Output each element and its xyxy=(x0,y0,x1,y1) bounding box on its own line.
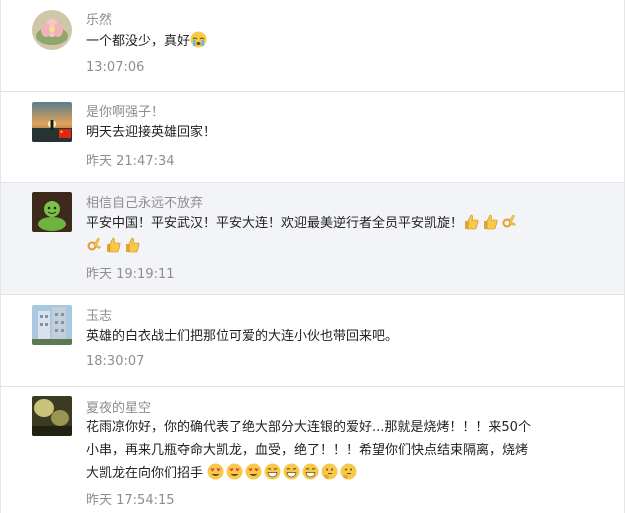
heart-eyes-emoji xyxy=(207,463,224,480)
comment-time: 昨天 19:19:11 xyxy=(86,267,175,282)
thinking-emoji xyxy=(340,463,357,480)
thumbs-up-emoji xyxy=(482,213,499,230)
comment-item: 乐然 一个都没少，真好 13:07:06 xyxy=(1,0,624,92)
comment-time: 昨天 21:47:34 xyxy=(86,154,175,169)
comment-text: 花雨凉你好，你的确代表了绝大部分大连银的爱好...那就是烧烤！！！来50个 小串… xyxy=(86,416,586,485)
grin-emoji xyxy=(302,463,319,480)
comment-text: 一个都没少，真好 xyxy=(86,30,576,53)
comment-item: 相信自己永远不放弃 平安中国！平安武汉！平安大连！欢迎最美逆行者全员平安凯旋！ … xyxy=(1,183,624,295)
ok-hand-emoji xyxy=(501,213,518,230)
avatar[interactable] xyxy=(32,305,72,345)
comment-time: 13:07:06 xyxy=(86,60,145,75)
comment-item: 是你啊强子！ 明天去迎接英雄回家！ 昨天 21:47:34 xyxy=(1,92,624,183)
comment-text: 平安中国！平安武汉！平安大连！欢迎最美逆行者全员平安凯旋！ xyxy=(86,212,576,258)
comment-text-content: 平安中国！平安武汉！平安大连！欢迎最美逆行者全员平安凯旋！ xyxy=(86,216,464,231)
comment-item: 夏夜的星空 花雨凉你好，你的确代表了绝大部分大连银的爱好...那就是烧烤！！！来… xyxy=(1,387,624,513)
ok-hand-emoji xyxy=(86,236,103,253)
comment-author[interactable]: 相信自己永远不放弃 xyxy=(86,192,203,211)
thumbs-up-emoji xyxy=(124,236,141,253)
comment-time: 昨天 17:54:15 xyxy=(86,493,175,508)
avatar[interactable] xyxy=(32,192,72,232)
heart-eyes-emoji xyxy=(226,463,243,480)
comment-feed: 乐然 一个都没少，真好 13:07:06 是你啊强子！ 明天去迎接英雄回家！ 昨… xyxy=(0,0,625,513)
thinking-emoji xyxy=(321,463,338,480)
comment-text-content: 大凯龙在向你们招手 xyxy=(86,466,204,481)
comment-text-content: 一个都没少，真好 xyxy=(86,34,191,49)
comment-time: 18:30:07 xyxy=(86,354,145,369)
comment-text: 英雄的白衣战士们把那位可爱的大连小伙也带回来吧。 xyxy=(86,325,576,348)
comment-text: 明天去迎接英雄回家！ xyxy=(86,121,576,144)
avatar[interactable] xyxy=(32,396,72,436)
avatar-night-sky-image xyxy=(32,396,72,436)
grin-emoji xyxy=(264,463,281,480)
avatar-green-figure-image xyxy=(32,192,72,232)
comment-text-content: 英雄的白衣战士们把那位可爱的大连小伙也带回来吧。 xyxy=(86,329,399,344)
comment-text-line: 花雨凉你好，你的确代表了绝大部分大连银的爱好...那就是烧烤！！！来50个 xyxy=(86,420,531,435)
comment-author[interactable]: 夏夜的星空 xyxy=(86,397,151,416)
comment-author[interactable]: 是你啊强子！ xyxy=(86,101,164,120)
heart-eyes-emoji xyxy=(245,463,262,480)
avatar-lotus-image xyxy=(32,10,72,50)
avatar[interactable] xyxy=(32,10,72,50)
comment-author[interactable]: 玉志 xyxy=(86,305,112,324)
avatar-building-image xyxy=(32,305,72,345)
crying-face-emoji xyxy=(190,31,207,48)
comment-text-line-with-emojis: 大凯龙在向你们招手 xyxy=(86,462,586,485)
comment-text-content: 明天去迎接英雄回家！ xyxy=(86,125,217,140)
thumbs-up-emoji xyxy=(105,236,122,253)
thumbs-up-emoji xyxy=(463,213,480,230)
grin-emoji xyxy=(283,463,300,480)
china-flag-icon xyxy=(59,129,71,138)
comment-author[interactable]: 乐然 xyxy=(86,9,112,28)
comment-text-line: 小串，再来几瓶夺命大凯龙，血受，绝了！！！希望你们快点结束隔离，烧烤 xyxy=(86,443,529,458)
comment-item: 玉志 英雄的白衣战士们把那位可爱的大连小伙也带回来吧。 18:30:07 xyxy=(1,295,624,387)
